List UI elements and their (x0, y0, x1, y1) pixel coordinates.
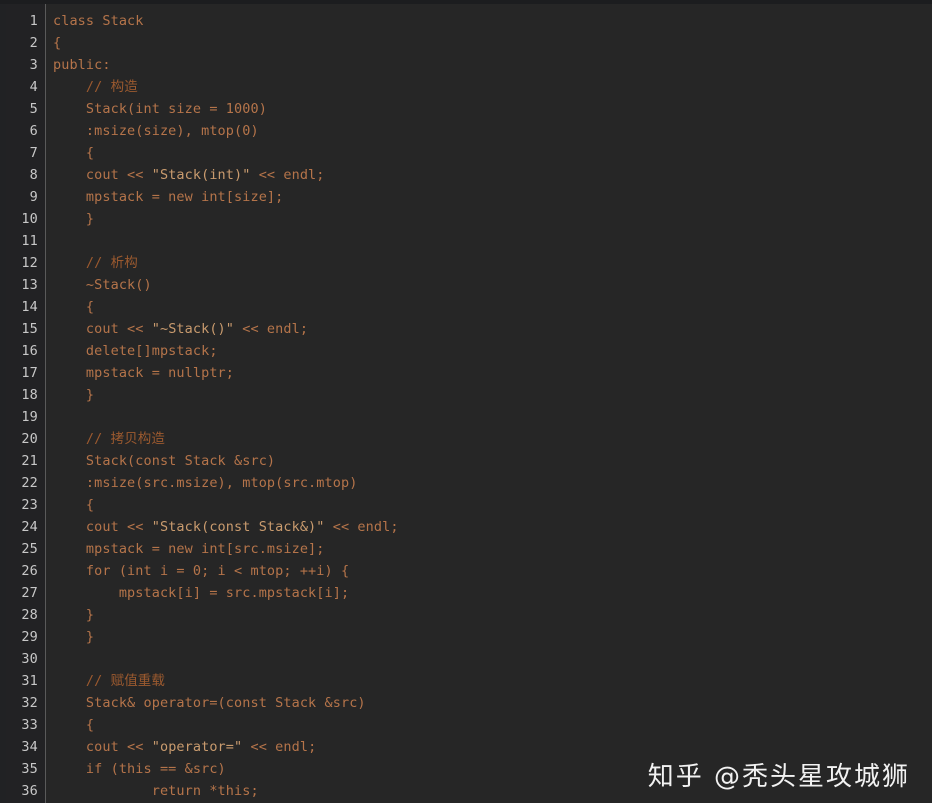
code-line[interactable]: 13 ~Stack() (0, 274, 932, 296)
code-line-text: mpstack = nullptr; (53, 365, 235, 381)
code-line-text: :msize(src.msize), mtop(src.mtop) (53, 475, 358, 491)
code-line-text: for (int i = 0; i < mtop; ++i) { (53, 563, 350, 579)
code-line-text: mpstack = new int[size]; (53, 189, 284, 205)
code-line-text: mpstack[i] = src.mpstack[i]; (53, 585, 350, 601)
code-line[interactable]: 14 { (0, 296, 932, 318)
code-line[interactable]: 28 } (0, 604, 932, 626)
watermark-text: 知乎 @秃头星攻城狮 (647, 762, 910, 792)
code-line[interactable]: 20 // 拷贝构造 (0, 428, 932, 450)
code-line[interactable]: 10 } (0, 208, 932, 230)
code-line-text: cout << "Stack(int)" << endl; (53, 167, 325, 183)
code-line[interactable]: 34 cout << "operator=" << endl; (0, 736, 932, 758)
code-line[interactable]: 9 mpstack = new int[size]; (0, 186, 932, 208)
code-line[interactable]: 1 class Stack (0, 10, 932, 32)
code-line-text: return *this; (53, 783, 259, 799)
code-line-text: { (53, 497, 95, 513)
code-line[interactable]: 2{ (0, 32, 932, 54)
code-line[interactable]: 6 :msize(size), mtop(0) (0, 120, 932, 142)
code-line-text: :msize(size), mtop(0) (53, 123, 259, 139)
code-line[interactable]: 32 Stack& operator=(const Stack &src) (0, 692, 932, 714)
code-line[interactable]: 23 { (0, 494, 932, 516)
code-line[interactable]: 15 cout << "~Stack()" << endl; (0, 318, 932, 340)
code-line[interactable]: 19 (0, 406, 932, 428)
code-line-text: cout << "~Stack()" << endl; (53, 321, 309, 337)
code-line-text: } (53, 607, 95, 623)
code-line-text: Stack& operator=(const Stack &src) (53, 695, 366, 711)
code-line[interactable]: 29 } (0, 626, 932, 648)
code-line-text: public: (53, 57, 111, 73)
code-line[interactable]: 5 Stack(int size = 1000) (0, 98, 932, 120)
code-line-text: { (53, 145, 95, 161)
code-line[interactable]: 25 mpstack = new int[src.msize]; (0, 538, 932, 560)
code-line[interactable]: 11 (0, 230, 932, 252)
code-line[interactable]: 12 // 析构 (0, 252, 932, 274)
code-line-text: // 拷贝构造 (53, 431, 165, 447)
code-line-text: { (53, 299, 95, 315)
code-line-text: { (53, 35, 62, 51)
code-line[interactable]: 7 { (0, 142, 932, 164)
top-edge-strip (0, 0, 932, 4)
code-line-text: class Stack (53, 13, 144, 29)
code-line-text: // 析构 (53, 255, 138, 271)
code-line[interactable]: 22 :msize(src.msize), mtop(src.mtop) (0, 472, 932, 494)
code-line[interactable]: 4 // 构造 (0, 76, 932, 98)
code-line-text: ~Stack() (53, 277, 152, 293)
code-line-text: } (53, 629, 95, 645)
code-line-text: mpstack = new int[src.msize]; (53, 541, 325, 557)
code-line[interactable]: 27 mpstack[i] = src.mpstack[i]; (0, 582, 932, 604)
left-edge-strip (0, 0, 6, 803)
code-line[interactable]: 24 cout << "Stack(const Stack&)" << endl… (0, 516, 932, 538)
code-line[interactable]: 31 // 赋值重载 (0, 670, 932, 692)
code-line-text: Stack(int size = 1000) (53, 101, 267, 117)
code-editor[interactable]: 1 class Stack 2{3 public: 4 // 构造 5 Stack(int… (0, 0, 932, 803)
code-line-text: } (53, 211, 95, 227)
code-line[interactable]: 17 mpstack = nullptr; (0, 362, 932, 384)
code-line[interactable]: 26 for (int i = 0; i < mtop; ++i) { (0, 560, 932, 582)
code-line-text: if (this == &src) (53, 761, 226, 777)
code-lines-container[interactable]: 1 class Stack 2{3 public: 4 // 构造 5 Stack(int… (0, 10, 932, 802)
code-line[interactable]: 30 (0, 648, 932, 670)
code-line-text: // 构造 (53, 79, 138, 95)
code-line[interactable]: 16 delete[]mpstack; (0, 340, 932, 362)
code-line-text: Stack(const Stack &src) (53, 453, 276, 469)
code-line-text: delete[]mpstack; (53, 343, 218, 359)
code-line[interactable]: 3 public: (0, 54, 932, 76)
code-line-text: } (53, 387, 95, 403)
code-line-text: cout << "Stack(const Stack&)" << endl; (53, 519, 399, 535)
code-line[interactable]: 21 Stack(const Stack &src) (0, 450, 932, 472)
code-line[interactable]: 18 } (0, 384, 932, 406)
code-line-text: { (53, 717, 95, 733)
code-line[interactable]: 33 { (0, 714, 932, 736)
code-line-text: // 赋值重载 (53, 673, 165, 689)
code-line-text: cout << "operator=" << endl; (53, 739, 317, 755)
code-line[interactable]: 8 cout << "Stack(int)" << endl; (0, 164, 932, 186)
